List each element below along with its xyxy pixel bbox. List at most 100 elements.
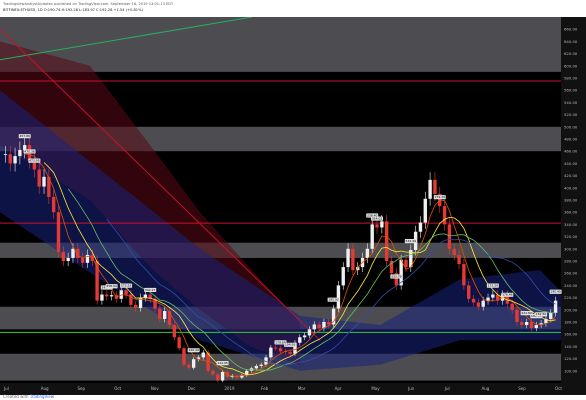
- y-tick-label: 240.00: [564, 283, 578, 288]
- x-tick-label: Dec: [188, 386, 196, 391]
- candle-body: [187, 364, 191, 368]
- y-tick-label: 120.00: [564, 356, 578, 361]
- candle-body: [520, 322, 524, 326]
- candle-body: [172, 325, 177, 338]
- candle-body: [418, 222, 423, 232]
- candle-body: [109, 295, 114, 297]
- y-tick-label: 520.00: [564, 112, 578, 117]
- price-tag-label: 273.53: [121, 284, 132, 288]
- candle-body: [259, 364, 263, 366]
- y-tick-label: 300.00: [564, 246, 578, 251]
- price-tag-label: 354.01: [372, 216, 383, 220]
- candle-body: [476, 302, 481, 307]
- candle-body: [423, 198, 427, 223]
- candle-body: [491, 294, 495, 298]
- candle-body: [462, 264, 466, 286]
- x-tick-label: Sep: [518, 386, 526, 391]
- candle-body: [105, 294, 109, 297]
- candle-body: [3, 154, 8, 156]
- footer-prefix: Created with: [3, 394, 29, 399]
- candle-body: [452, 248, 456, 255]
- candle-body: [365, 248, 370, 258]
- symbol-ohlc: BITFINEX:ETHUSD, 1D O:190.74 H:192.28 L:…: [3, 8, 143, 12]
- candle-body: [404, 259, 408, 268]
- x-tick-label: Jul: [3, 386, 9, 391]
- x-tick-label: Aug: [41, 386, 49, 391]
- price-tag-label: 194.91: [285, 343, 296, 347]
- x-tick-label: Apr: [335, 386, 342, 391]
- price-tag-label: 172.59: [488, 284, 499, 288]
- candle-body: [346, 248, 350, 268]
- x-tick-label: Sep: [77, 386, 85, 391]
- candle-body: [42, 176, 46, 187]
- x-tick-label: May: [371, 386, 380, 391]
- y-tick-label: 440.00: [564, 161, 578, 166]
- y-tick-label: 160.00: [564, 332, 578, 337]
- candle-body: [433, 179, 437, 194]
- y-tick-label: 540.00: [564, 100, 578, 105]
- candle-body: [13, 156, 17, 164]
- candle-body: [269, 347, 273, 358]
- y-tick-label: 140.00: [564, 344, 578, 349]
- candle-body: [442, 206, 447, 225]
- x-tick-label: Jun: [407, 386, 415, 391]
- y-tick-label: 320.00: [564, 234, 578, 239]
- candle-body: [553, 300, 558, 313]
- candle-body: [18, 149, 22, 157]
- candle-body: [510, 303, 514, 310]
- y-tick-label: 640.00: [564, 39, 578, 44]
- candle-body: [8, 154, 12, 164]
- y-tick-label: 560.00: [564, 88, 578, 93]
- candle-body: [278, 348, 283, 352]
- candle-body: [549, 312, 553, 319]
- x-tick-label: Jul: [444, 386, 450, 391]
- candle-body: [273, 347, 278, 349]
- candle-body: [119, 290, 123, 299]
- candle-body: [71, 248, 75, 258]
- y-tick-label: 480.00: [564, 137, 578, 142]
- candle-body: [134, 304, 138, 308]
- x-tick-label: Mar: [298, 386, 306, 391]
- price-tag-label: 185.92: [328, 298, 339, 302]
- y-tick-label: 180.00: [564, 320, 578, 325]
- candle-body: [467, 285, 471, 299]
- y-tick-label: 200.00: [564, 307, 578, 312]
- candle-body: [191, 359, 196, 368]
- price-tag-label: 140.40: [188, 348, 199, 352]
- candle-body: [298, 337, 302, 343]
- price-tag-label: 190.40: [550, 290, 561, 294]
- price-tag-label: 457.86: [19, 134, 30, 138]
- price-tag-label: 302.27: [145, 288, 156, 292]
- candle-body: [481, 300, 485, 307]
- x-tick-label: Oct: [555, 386, 562, 391]
- y-tick-label: 580.00: [564, 76, 578, 81]
- chart-area[interactable]: 660.00 640.00 620.00 600.00 580.00 560.00 540.…: [0, 16, 586, 395]
- x-tick-label: Aug: [482, 386, 490, 391]
- candle-body: [143, 294, 148, 298]
- candle-body: [216, 374, 220, 381]
- publish-info: TradingviewAnalystUpdates published on T…: [3, 2, 174, 6]
- price-axis: [561, 17, 586, 395]
- candle-body: [317, 324, 321, 329]
- candle-body: [380, 221, 384, 228]
- candlestick-chart[interactable]: 660.00 640.00 620.00 600.00 580.00 560.00 540.…: [0, 16, 586, 395]
- price-tag-label: 473.95: [29, 159, 40, 163]
- tradingview-logo[interactable]: TradingView: [30, 394, 54, 399]
- y-tick-label: 500.00: [564, 124, 578, 129]
- candle-body: [457, 254, 461, 265]
- price-tag-label: 176.46: [502, 293, 513, 297]
- candle-body: [158, 308, 162, 319]
- y-tick-label: 360.00: [564, 210, 578, 215]
- y-tick-label: 100.00: [564, 368, 578, 373]
- y-tick-label: 280.00: [564, 259, 578, 264]
- candle-body: [201, 352, 205, 358]
- candle-body: [384, 221, 389, 261]
- candle-body: [56, 212, 61, 252]
- candle-body: [85, 254, 90, 263]
- footer: Created with TradingView: [3, 394, 54, 399]
- y-tick-label: 400.00: [564, 185, 578, 190]
- candle-body: [80, 257, 85, 263]
- x-tick-label: 2019: [224, 386, 235, 391]
- candle-body: [288, 351, 292, 354]
- candle-body: [327, 322, 331, 325]
